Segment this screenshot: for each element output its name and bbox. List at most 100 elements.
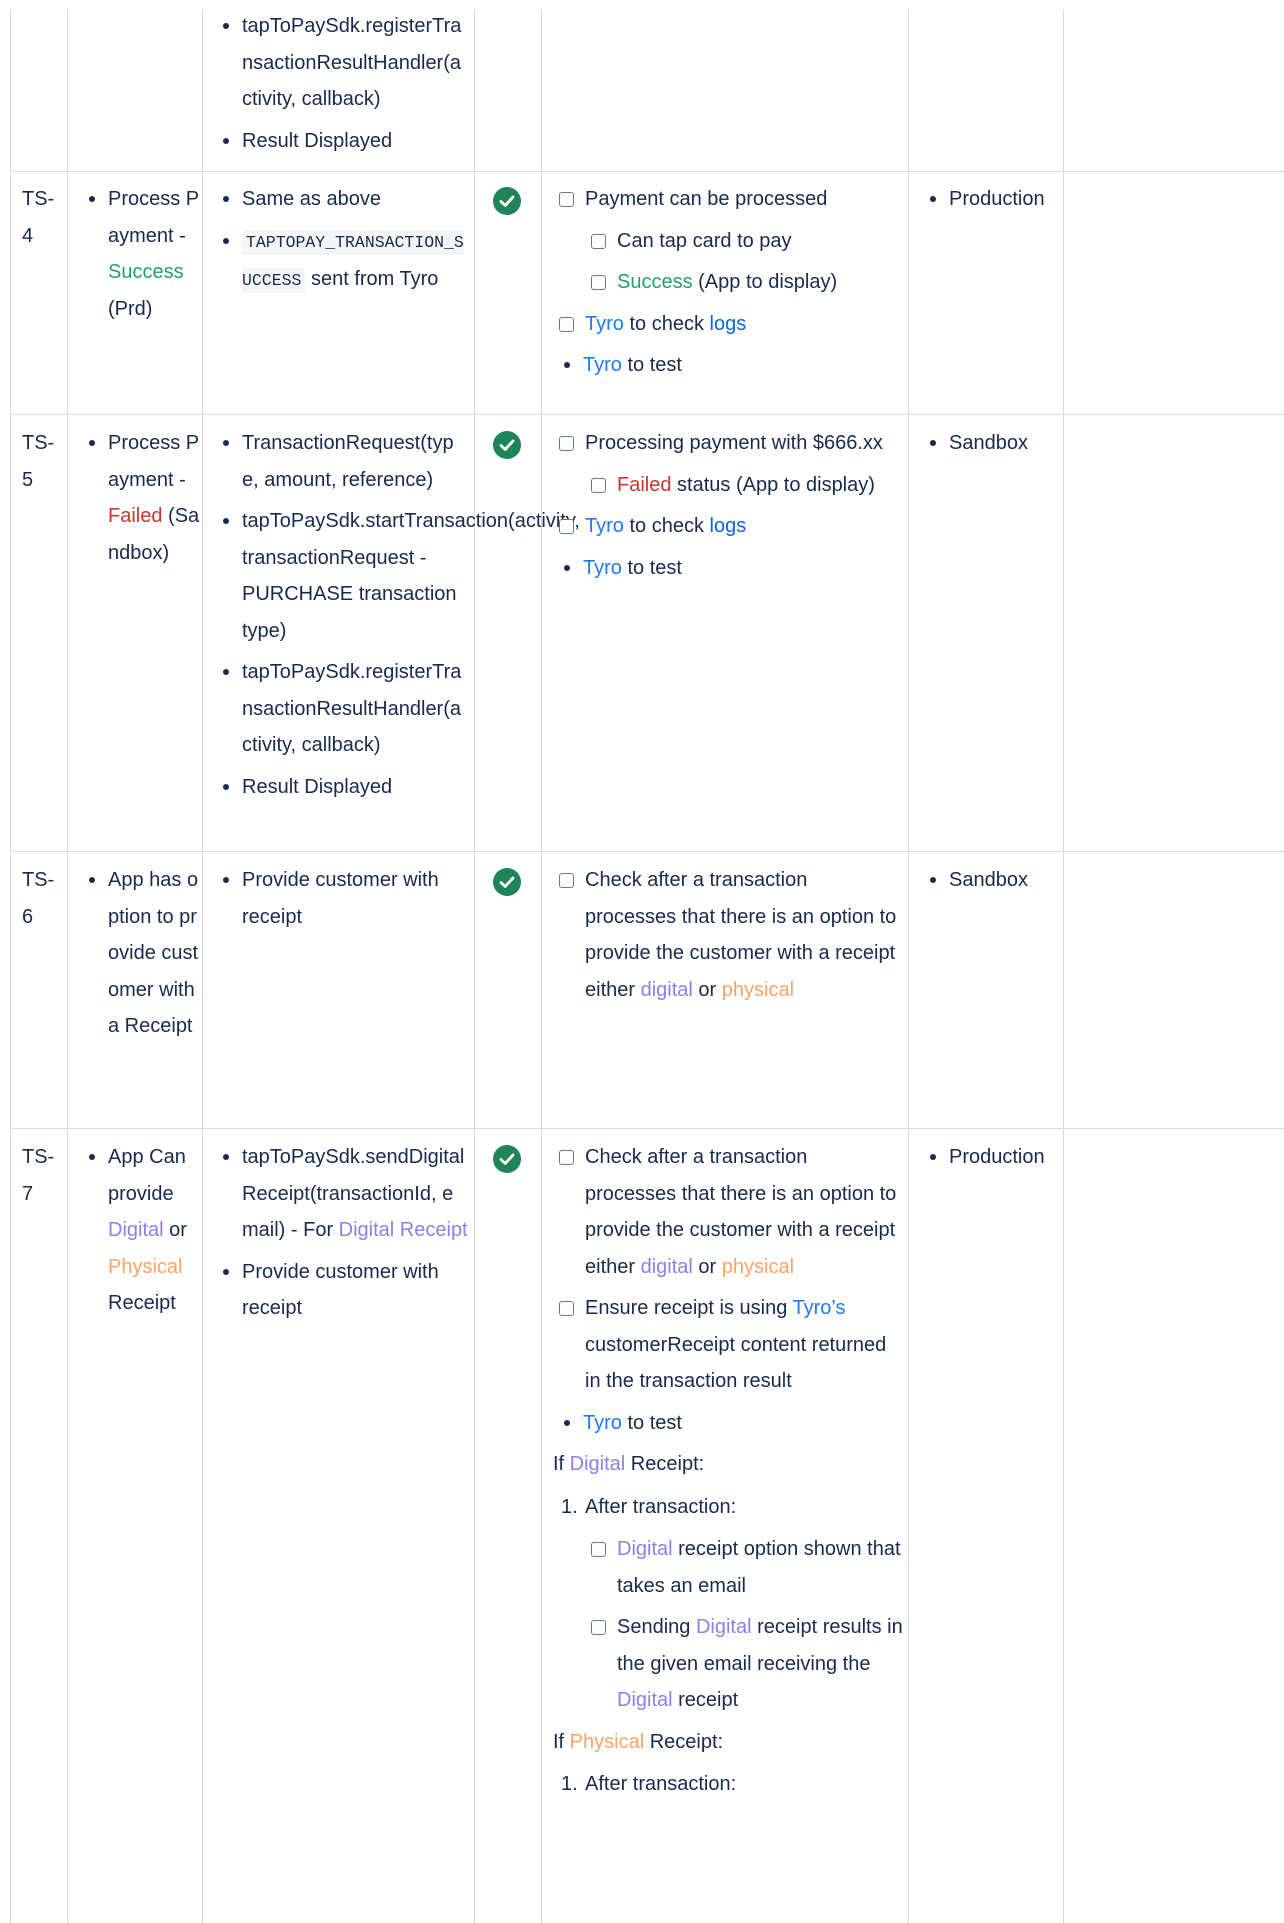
heading-text: Receipt:: [644, 1730, 724, 1753]
list-item: TAPTOPAY_TRANSACTION_SUCCESS sent from T…: [214, 223, 468, 300]
list-item: tapToPaySdk.startTransaction(activity, t…: [214, 503, 580, 649]
steps-cell: TransactionRequest(type, amount, referen…: [214, 425, 580, 810]
steps-cell: tapToPaySdk.sendDigitalReceipt(transacti…: [214, 1139, 468, 1332]
item-text: After transaction:: [585, 1495, 737, 1518]
table-border: [10, 10, 11, 1923]
task-item: Can tap card to pay: [587, 223, 903, 260]
digital-receipt-link[interactable]: Digital Receipt: [339, 1219, 468, 1241]
checkbox-icon[interactable]: [559, 192, 574, 207]
task-text: Processing payment with $666.xx: [585, 432, 883, 454]
physical-label: Physical: [569, 1730, 645, 1753]
task-text: (App to display): [692, 271, 838, 293]
row-divider: [10, 1128, 1284, 1129]
physical-receipt-heading: If Physical Receipt:: [553, 1724, 903, 1761]
task-text: to check: [623, 312, 710, 335]
checkbox-icon[interactable]: [559, 316, 574, 332]
checkbox-icon[interactable]: [559, 436, 574, 451]
checkbox-icon[interactable]: [559, 519, 574, 534]
digital-label: Digital: [569, 1453, 626, 1475]
task-item: Sending Digital receipt results in the g…: [587, 1609, 903, 1719]
column-divider: [908, 10, 909, 1923]
success-check-icon: [493, 1145, 521, 1173]
list-item: Sandbox: [921, 862, 1051, 899]
list-item: tapToPaySdk.sendDigitalReceipt(transacti…: [214, 1139, 468, 1249]
tyro-mention[interactable]: Tyro: [583, 354, 622, 376]
scenario-cell: App has option to provide customer with …: [80, 862, 200, 1050]
task-text: to check: [623, 515, 710, 537]
scenario-text: Process Payment -: [108, 432, 200, 491]
task-text: Payment can be processed: [585, 188, 828, 210]
steps-cell: Same as above TAPTOPAY_TRANSACTION_SUCCE…: [214, 181, 468, 305]
checkbox-icon[interactable]: [559, 1301, 574, 1316]
status-failed: Failed: [617, 473, 672, 496]
task-text: receipt: [672, 1689, 739, 1711]
logs-link[interactable]: logs: [710, 515, 747, 537]
digital-label: digital: [640, 1255, 693, 1278]
steps-cell: tapToPaySdk.registerTransactionResultHan…: [214, 8, 468, 164]
tyro-mention[interactable]: Tyro’s: [793, 1297, 846, 1319]
task-text: or: [692, 1255, 722, 1278]
scenario-text: or: [163, 1219, 187, 1241]
task-item: Processing payment with $666.xx: [555, 425, 903, 462]
tyro-mention[interactable]: Tyro: [585, 313, 624, 335]
tyro-mention[interactable]: Tyro: [585, 515, 624, 537]
environment-cell: Production: [921, 181, 1051, 223]
success-check-icon: [493, 868, 521, 896]
checkbox-icon[interactable]: [559, 1150, 574, 1165]
digital-label: digital: [640, 978, 693, 1001]
task-text: to test: [621, 1411, 682, 1434]
scenario-text: App Can provide: [108, 1146, 186, 1205]
list-item: Tyro to test: [555, 347, 903, 384]
column-divider: [67, 10, 68, 1923]
environment-cell: Sandbox: [921, 425, 1051, 467]
row-divider: [10, 171, 1284, 172]
column-divider: [541, 10, 542, 1923]
list-item: tapToPaySdk.registerTransactionResultHan…: [214, 8, 468, 118]
task-item: Check after a transaction processes that…: [555, 1139, 903, 1285]
checkbox-icon[interactable]: [559, 873, 574, 888]
task-text: status (App to display): [671, 473, 875, 496]
item-text: After transaction:: [585, 1773, 737, 1795]
status-failed: Failed: [108, 505, 163, 527]
digital-label: Digital: [617, 1538, 673, 1560]
item-number: 1.: [561, 1773, 578, 1795]
scenario-text: Receipt: [108, 1292, 176, 1314]
list-item: tapToPaySdk.registerTransactionResultHan…: [214, 654, 468, 764]
tyro-mention[interactable]: Tyro: [583, 1412, 622, 1434]
success-check-icon: [493, 187, 521, 215]
task-text: customerReceipt content returned in the …: [585, 1333, 887, 1393]
heading-text: If: [553, 1730, 570, 1753]
list-item: Same as above: [214, 181, 468, 218]
task-item: Check after a transaction processes that…: [555, 862, 903, 1008]
tyro-mention[interactable]: Tyro: [583, 557, 622, 579]
test-id: TS-7: [22, 1146, 55, 1205]
physical-label: physical: [721, 1255, 795, 1278]
list-item: Provide customer with receipt: [214, 862, 468, 935]
task-text: to test: [621, 354, 682, 376]
task-item: Payment can be processed: [555, 181, 903, 218]
checkbox-icon[interactable]: [591, 1620, 606, 1635]
column-divider: [474, 10, 475, 1923]
checks-cell: Payment can be processed Can tap card to…: [555, 181, 903, 389]
checks-cell: Check after a transaction processes that…: [555, 862, 903, 1013]
checkbox-icon[interactable]: [591, 233, 606, 249]
list-item: Process Payment - Success (Prd): [80, 181, 200, 327]
list-item: TransactionRequest(type, amount, referen…: [214, 425, 468, 498]
task-item: Digital receipt option shown that takes …: [587, 1531, 903, 1604]
environment-cell: Sandbox: [921, 862, 1051, 904]
task-text: Can tap card to pay: [617, 229, 792, 252]
checkbox-icon[interactable]: [591, 275, 606, 290]
row-divider: [10, 851, 1284, 852]
steps-cell: Provide customer with receipt: [214, 862, 468, 940]
logs-link[interactable]: logs: [710, 313, 747, 335]
checkbox-icon[interactable]: [591, 1542, 606, 1557]
list-item: Result Displayed: [214, 769, 468, 806]
heading-text: If: [553, 1453, 570, 1475]
digital-label: Digital: [108, 1219, 164, 1241]
scenario-text: Process Payment -: [108, 188, 200, 247]
step-text: sent from Tyro: [305, 268, 439, 290]
list-item: Result Displayed: [214, 123, 468, 160]
checkbox-icon[interactable]: [591, 477, 606, 493]
digital-label: Digital: [617, 1689, 673, 1711]
scenario-cell: Process Payment - Failed (Sandbox): [80, 425, 200, 576]
